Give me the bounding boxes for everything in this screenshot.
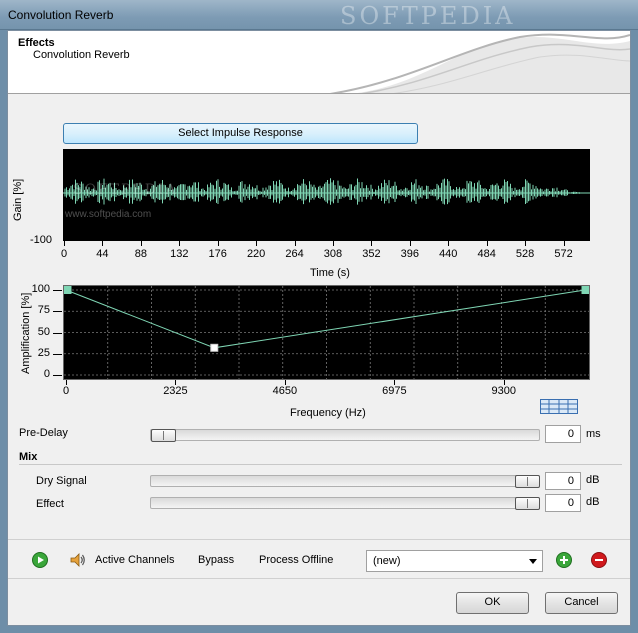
dry-signal-slider-thumb[interactable] bbox=[515, 475, 540, 488]
dry-signal-slider[interactable] bbox=[150, 475, 540, 488]
select-impulse-response-button[interactable]: Select Impulse Response bbox=[63, 123, 418, 144]
waveform-x-tick-label: 220 bbox=[246, 248, 266, 260]
waveform-x-tick bbox=[371, 241, 373, 246]
waveform-x-tick bbox=[448, 241, 450, 246]
predelay-unit: ms bbox=[586, 428, 601, 440]
mix-heading: Mix bbox=[19, 451, 38, 463]
predelay-label: Pre-Delay bbox=[19, 427, 68, 439]
waveform-x-tick bbox=[563, 241, 565, 246]
chart-x-tick-label: 4650 bbox=[272, 385, 298, 397]
effects-header: Effects Convolution Reverb bbox=[8, 31, 630, 94]
waveform-x-tick-label: 44 bbox=[96, 248, 109, 260]
waveform-x-tick bbox=[102, 241, 104, 246]
chart-y-tick-label: 100 bbox=[31, 283, 50, 295]
softpedia-watermark: SOFTPEDIA bbox=[340, 2, 516, 30]
dry-signal-input[interactable]: 0 bbox=[545, 472, 581, 490]
play-preview-icon[interactable] bbox=[32, 552, 48, 568]
effect-slider-thumb[interactable] bbox=[515, 497, 540, 510]
chart-y-tick bbox=[53, 353, 62, 355]
waveform-x-tick-label: 308 bbox=[323, 248, 343, 260]
preset-select-value: (new) bbox=[373, 555, 401, 567]
process-offline-button[interactable]: Process Offline bbox=[259, 554, 333, 566]
amplification-graph[interactable] bbox=[63, 286, 590, 379]
waveform-x-tick-label: 0 bbox=[60, 248, 68, 260]
amplification-point[interactable] bbox=[63, 286, 72, 294]
amplification-point[interactable] bbox=[581, 286, 590, 294]
chart-x-tick-label: 2325 bbox=[163, 385, 188, 397]
amplification-line bbox=[65, 289, 586, 349]
waveform-watermark: SOFTPEDIA bbox=[73, 182, 178, 198]
chart-y-tick-label: 0 bbox=[43, 368, 50, 380]
chart-x-tick-label: 9300 bbox=[491, 385, 517, 397]
waveform-x-tick-label: 352 bbox=[362, 248, 381, 260]
chart-y-tick bbox=[53, 375, 62, 376]
waveform-x-tick-label: 264 bbox=[285, 248, 304, 260]
chevron-down-icon bbox=[529, 559, 537, 564]
waveform-x-tick-label: 132 bbox=[170, 248, 189, 260]
dialog-body: Effects Convolution Reverb Select Impuls… bbox=[7, 30, 631, 626]
waveform-x-tick bbox=[409, 241, 411, 246]
waveform-url-watermark: www.softpedia.com bbox=[65, 209, 152, 220]
ok-button[interactable]: OK bbox=[456, 592, 529, 614]
predelay-slider[interactable] bbox=[150, 429, 540, 442]
waveform-x-tick-label: 572 bbox=[554, 248, 573, 260]
effect-label: Effect bbox=[36, 498, 64, 510]
mix-divider bbox=[19, 464, 622, 465]
dry-signal-label: Dry Signal bbox=[36, 475, 87, 487]
chart-y-tick-label: 75 bbox=[37, 304, 50, 317]
waveform-x-tick-label: 440 bbox=[439, 248, 458, 260]
decorative-swoosh bbox=[330, 33, 630, 93]
waveform-ytick: -100 bbox=[30, 234, 53, 246]
bypass-button[interactable]: Bypass bbox=[198, 554, 234, 566]
waveform-x-tick bbox=[256, 241, 258, 246]
chart-y-tick-label: 25 bbox=[37, 346, 50, 359]
waveform-x-tick bbox=[332, 241, 334, 246]
chart-x-tick-label: 0 bbox=[62, 385, 70, 397]
waveform-x-tick-label: 176 bbox=[208, 248, 227, 260]
remove-preset-icon[interactable] bbox=[591, 552, 607, 568]
cancel-button[interactable]: Cancel bbox=[545, 592, 618, 614]
active-channels-button[interactable]: Active Channels bbox=[95, 554, 175, 566]
header-subtitle: Convolution Reverb bbox=[33, 49, 130, 61]
add-preset-icon[interactable] bbox=[556, 552, 572, 568]
effect-toolbar: Active Channels Bypass Process Offline (… bbox=[8, 539, 630, 579]
header-section: Effects bbox=[18, 37, 55, 49]
waveform-x-tick bbox=[525, 241, 527, 246]
speaker-icon[interactable] bbox=[70, 552, 86, 568]
waveform-ylabel: Gain [%] bbox=[12, 178, 24, 221]
waveform-x-tick bbox=[486, 241, 488, 246]
grid-view-icon[interactable] bbox=[540, 399, 578, 414]
predelay-slider-thumb[interactable] bbox=[151, 429, 176, 442]
chart-y-tick bbox=[53, 332, 62, 334]
waveform-x-tick bbox=[64, 241, 65, 246]
waveform-x-tick bbox=[140, 241, 142, 246]
waveform-x-tick-label: 396 bbox=[400, 248, 419, 260]
chart-y-tick bbox=[53, 290, 62, 291]
waveform-x-tick bbox=[294, 241, 296, 246]
waveform-x-tick-label: 484 bbox=[477, 248, 496, 260]
effect-slider[interactable] bbox=[150, 497, 540, 510]
predelay-input[interactable]: 0 bbox=[545, 425, 581, 443]
dry-signal-unit: dB bbox=[586, 474, 600, 486]
waveform-x-tick-label: 528 bbox=[515, 248, 535, 260]
waveform-x-tick-label: 88 bbox=[134, 248, 147, 260]
effect-unit: dB bbox=[586, 496, 600, 508]
window-title: Convolution Reverb bbox=[8, 8, 114, 22]
amplification-point[interactable] bbox=[210, 343, 219, 352]
preset-select[interactable]: (new) bbox=[366, 550, 543, 572]
waveform-plot: SOFTPEDIA www.softpedia.com bbox=[63, 149, 590, 241]
effect-input[interactable]: 0 bbox=[545, 494, 581, 512]
waveform-x-tick bbox=[179, 241, 181, 246]
waveform-x-tick bbox=[217, 241, 219, 246]
waveform-xlabel: Time (s) bbox=[310, 267, 350, 279]
amplification-plot[interactable] bbox=[63, 285, 590, 380]
chart-y-tick bbox=[53, 311, 62, 313]
chart-x-tick-label: 6975 bbox=[382, 385, 407, 397]
chart-y-tick-label: 50 bbox=[37, 325, 50, 338]
title-bar: Convolution Reverb SOFTPEDIA bbox=[0, 0, 638, 30]
chart-xlabel: Frequency (Hz) bbox=[290, 407, 366, 419]
